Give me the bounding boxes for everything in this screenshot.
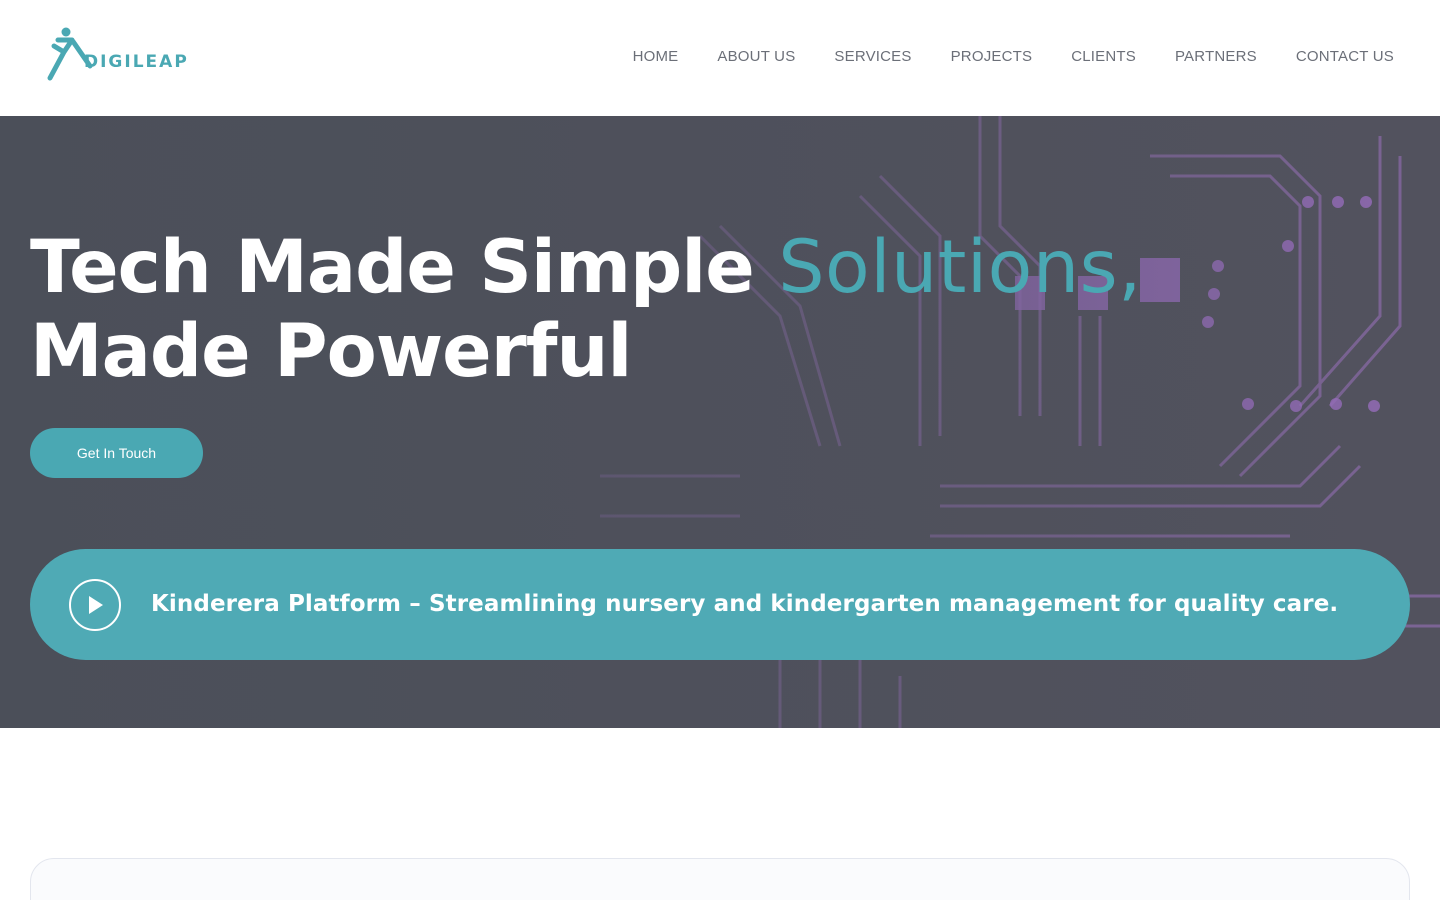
logo-link[interactable]: DIGILEAP bbox=[46, 26, 189, 84]
nav-clients[interactable]: CLIENTS bbox=[1071, 48, 1136, 65]
nav-partners[interactable]: PARTNERS bbox=[1175, 48, 1257, 65]
play-button[interactable] bbox=[69, 579, 121, 631]
banner-text: Kinderera Platform – Streamlining nurser… bbox=[151, 591, 1339, 617]
hero-title: Tech Made Simple Solutions, Made Powerfu… bbox=[30, 226, 1210, 394]
nav-services[interactable]: SERVICES bbox=[834, 48, 911, 65]
nav-contact-us[interactable]: CONTACT US bbox=[1296, 48, 1394, 65]
main-nav: HOME ABOUT US SERVICES PROJECTS CLIENTS … bbox=[633, 48, 1394, 65]
content-card bbox=[30, 858, 1410, 900]
logo-wordmark: DIGILEAP bbox=[84, 52, 189, 72]
hero-title-accent: Solutions, bbox=[778, 225, 1142, 310]
get-in-touch-button[interactable]: Get In Touch bbox=[30, 428, 203, 478]
hero-title-part1: Tech Made Simple bbox=[30, 225, 779, 310]
hero-title-part2: Made Powerful bbox=[30, 309, 632, 394]
project-banner[interactable]: Kinderera Platform – Streamlining nurser… bbox=[30, 549, 1410, 660]
hero-section: Tech Made Simple Solutions, Made Powerfu… bbox=[0, 116, 1440, 728]
site-header: DIGILEAP HOME ABOUT US SERVICES PROJECTS… bbox=[0, 0, 1440, 116]
play-icon bbox=[89, 596, 103, 614]
nav-projects[interactable]: PROJECTS bbox=[951, 48, 1033, 65]
nav-about-us[interactable]: ABOUT US bbox=[717, 48, 795, 65]
nav-home[interactable]: HOME bbox=[633, 48, 679, 65]
